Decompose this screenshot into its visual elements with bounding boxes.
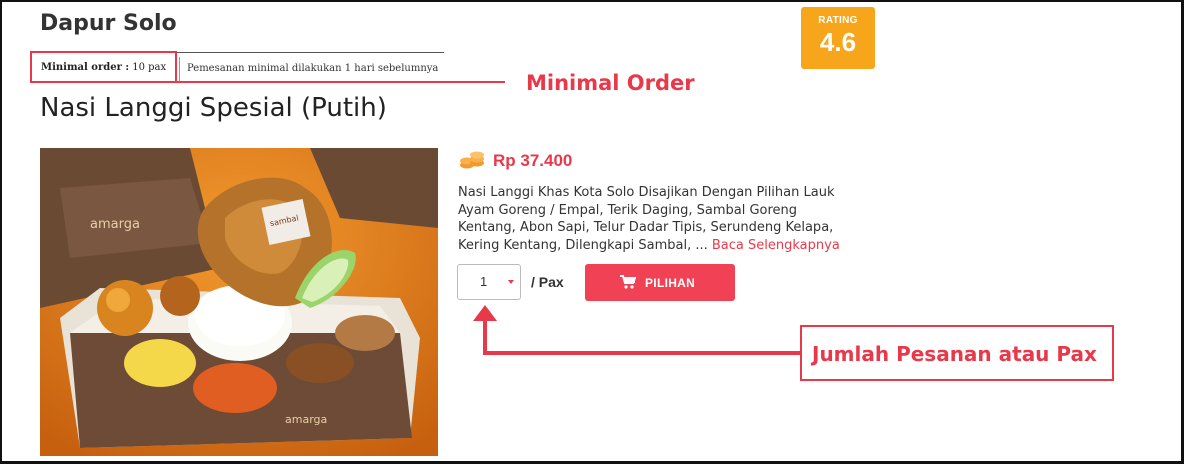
min-order-value: 10 pax: [132, 62, 167, 73]
pilihan-label: PILIHAN: [645, 276, 696, 290]
min-order-highlight: Minimal order : 10 pax: [30, 51, 177, 83]
product-description: Nasi Langgi Khas Kota Solo Disajikan Den…: [458, 184, 858, 254]
product-title: Nasi Langgi Spesial (Putih): [40, 93, 387, 123]
rating-value: 4.6: [819, 27, 857, 57]
box-brand-text: amarga: [90, 217, 140, 232]
annotation-line: [177, 81, 505, 83]
annotation-quantity: Jumlah Pesanan atau Pax: [812, 342, 1097, 366]
annotation-quantity-box: Jumlah Pesanan atau Pax: [800, 325, 1114, 381]
restaurant-name: Dapur Solo: [40, 11, 177, 36]
divider: [179, 57, 180, 81]
min-order-note: Pemesanan minimal dilakukan 1 hari sebel…: [187, 63, 439, 74]
rating-label: RATING: [818, 15, 858, 26]
min-order-label: Minimal order :: [41, 62, 130, 73]
product-photo: amarga sambal amarga: [40, 148, 438, 456]
pilihan-button[interactable]: PILIHAN: [585, 264, 735, 301]
quantity-value: 1: [480, 274, 488, 289]
read-more-link[interactable]: Baca Selengkapnya: [712, 238, 840, 253]
pax-unit-label: / Pax: [531, 274, 564, 290]
coins-icon: [459, 151, 485, 171]
min-order-row: Minimal order : 10 pax Pemesanan minimal…: [30, 51, 444, 83]
product-price: Rp 37.400: [493, 151, 573, 170]
quantity-select[interactable]: 1: [457, 264, 521, 300]
annotation-arrow: [473, 305, 800, 355]
rating-badge: RATING 4.6: [801, 7, 875, 69]
box-brand-text: amarga: [285, 413, 327, 426]
cart-icon: [620, 275, 637, 289]
caret-down-icon: [508, 280, 514, 284]
annotation-minimal-order: Minimal Order: [526, 71, 695, 95]
